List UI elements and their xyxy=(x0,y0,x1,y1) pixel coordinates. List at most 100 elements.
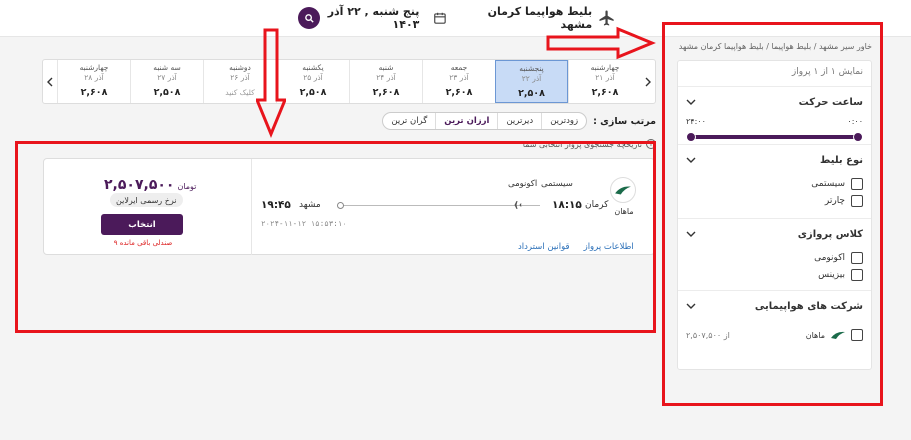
top-search-bar: بلیط هواپیما کرمان مشهد پنج شنبه , ۲۲ آذ… xyxy=(0,0,911,37)
card-links: قوانین استرداد اطلاعات پرواز xyxy=(518,242,634,252)
filter-airlines: شرکت های هواپیمایی ماهان از ۲,۵۰۷,۵۰۰ xyxy=(678,291,871,349)
mahan-logo-icon xyxy=(615,186,631,195)
destination-city: مشهد xyxy=(299,200,321,210)
select-button[interactable]: انتخاب xyxy=(101,214,183,235)
origin-city: کرمان xyxy=(585,200,609,210)
sort-option-cheapest[interactable]: ارزان ترین xyxy=(435,113,497,129)
results-count: نمایش ۱ از ۱ پرواز xyxy=(678,61,871,87)
chevron-right-icon xyxy=(645,77,651,86)
time-range-slider[interactable] xyxy=(686,131,863,143)
date-cell-price: ۲,۶۰۸ xyxy=(80,87,108,98)
date-cell[interactable]: یکشنبه ۲۵ آذر ۲,۵۰۸ xyxy=(276,60,349,103)
checkbox-option[interactable]: سیستمی xyxy=(686,175,863,192)
sort-option-latest[interactable]: دیرترین xyxy=(497,113,541,129)
price-value: ۲,۵۰۷,۵۰۰ xyxy=(104,177,175,193)
breadcrumb[interactable]: خاور سیر مشهد / بلیط هواپیما / بلیط هواپ… xyxy=(676,42,872,51)
date-cell[interactable]: چهارشنبه ۲۱ آذر ۲,۶۰۸ xyxy=(568,60,641,103)
sort-bar: مرتب سازی : زودترین دیرترین ارزان ترین گ… xyxy=(372,112,656,130)
range-max-label: ۲۴:۰۰ xyxy=(686,117,706,126)
date-cell[interactable]: چهارشنبه ۲۸ آذر ۲,۶۰۸ xyxy=(57,60,130,103)
airline-min-price: از ۲,۵۰۷,۵۰۰ xyxy=(686,330,730,340)
date-cell-date: ۲۶ آذر xyxy=(230,73,250,82)
chevron-down-icon[interactable] xyxy=(686,97,696,107)
date-cell-date: ۲۴ آذر xyxy=(376,73,396,82)
checkbox-option[interactable]: بیزینس xyxy=(686,266,863,283)
date-cell[interactable]: پنجشنبه ۲۲ آذر ۲,۵۰۸ xyxy=(495,60,568,103)
date-cell-day: سه شنبه xyxy=(153,63,181,72)
date-cell-price: ۲,۵۰۸ xyxy=(299,87,327,98)
option-label: اکونومی xyxy=(814,252,845,263)
search-history-link[interactable]: i تاریخچه جستجوی پرواز انتخابی شما xyxy=(420,138,656,150)
class-tag: اکونومی xyxy=(508,179,538,189)
date-cell-date: ۲۵ آذر xyxy=(303,73,323,82)
slider-handle-min[interactable] xyxy=(853,132,863,142)
checkbox[interactable] xyxy=(851,177,863,190)
date-cell-day: جمعه xyxy=(450,63,468,72)
date-cell-day: چهارشنبه xyxy=(79,63,109,72)
option-label: بیزینس xyxy=(818,269,845,280)
date-cell-price: ۲,۶۰۸ xyxy=(591,87,619,98)
days-container: چهارشنبه ۲۱ آذر ۲,۶۰۸ پنجشنبه ۲۲ آذر ۲,۵۰۸ جمع… xyxy=(57,60,641,103)
arrival-time: ۱۹:۴۵ xyxy=(261,199,291,211)
filter-header[interactable]: ساعت حرکت xyxy=(686,87,863,117)
history-text: تاریخچه جستجوی پرواز انتخابی شما xyxy=(522,139,642,149)
option-label: چارتر xyxy=(824,195,845,206)
filter-title: نوع بلیط xyxy=(820,154,863,166)
filter-title: کلاس پروازی xyxy=(797,228,863,240)
slider-handle-max[interactable] xyxy=(686,132,696,142)
route-end-dot xyxy=(337,202,344,209)
date-cell-date: ۲۳ آذر xyxy=(449,73,469,82)
sort-option-expensive[interactable]: گران ترین xyxy=(383,113,435,129)
filter-header[interactable]: شرکت های هواپیمایی xyxy=(686,291,863,321)
date-cell[interactable]: شنبه ۲۴ آذر ۲,۶۰۸ xyxy=(349,60,422,103)
filter-title: شرکت های هواپیمایی xyxy=(754,300,863,312)
seats-left: ۹ صندلی باقی مانده xyxy=(113,239,173,247)
price-currency: تومان xyxy=(177,182,197,191)
filter-header[interactable]: کلاس پروازی xyxy=(686,219,863,249)
date-cell-date: ۲۷ آذر xyxy=(157,73,177,82)
departure-time: ۱۸:۱۵ xyxy=(552,199,582,211)
checkbox[interactable] xyxy=(851,194,863,207)
date-cell[interactable]: دوشنبه ۲۶ آذر کلیک کنید xyxy=(203,60,276,103)
filter-title: ساعت حرکت xyxy=(798,96,863,108)
date-cell[interactable]: سه شنبه ۲۷ آذر ۲,۵۰۸ xyxy=(130,60,203,103)
checkbox[interactable] xyxy=(851,251,863,264)
chevron-down-icon[interactable] xyxy=(686,229,696,239)
date-cell-price: ۲,۶۰۸ xyxy=(372,87,400,98)
search-button[interactable] xyxy=(298,7,320,29)
refund-rules-link[interactable]: قوانین استرداد xyxy=(518,242,570,252)
date-cell-day: چهارشنبه xyxy=(590,63,620,72)
chevron-down-icon[interactable] xyxy=(686,155,696,165)
filter-sidebar: نمایش ۱ از ۱ پرواز ساعت حرکت ۰:۰۰ ۲۴:۰۰ … xyxy=(677,60,872,370)
sort-label: مرتب سازی : xyxy=(593,115,656,127)
mahan-logo-icon xyxy=(831,331,845,339)
date-cell-price: کلیک کنید xyxy=(225,88,255,97)
strip-next-arrow[interactable] xyxy=(641,60,655,103)
sort-options: زودترین دیرترین ارزان ترین گران ترین xyxy=(382,112,588,130)
sort-option-earliest[interactable]: زودترین xyxy=(541,113,586,129)
checkbox[interactable] xyxy=(851,268,863,281)
checkbox-option[interactable]: چارتر xyxy=(686,192,863,209)
checkbox[interactable] xyxy=(851,329,863,341)
date-cell-day: دوشنبه xyxy=(229,63,251,72)
chevron-down-icon[interactable] xyxy=(686,301,696,311)
system-tag: سیستمی xyxy=(541,179,573,189)
date-cell-price: ۲,۶۰۸ xyxy=(445,87,473,98)
date-cell[interactable]: جمعه ۲۳ آذر ۲,۶۰۸ xyxy=(422,60,495,103)
info-icon: i xyxy=(646,139,656,149)
flight-card: ماهان سیستمی اکونومی کرمان ۱۸:۱۵ مشهد ۱۹… xyxy=(43,158,655,255)
checkbox-option[interactable]: اکونومی xyxy=(686,249,863,266)
route-text: بلیط هواپیما کرمان مشهد xyxy=(487,4,593,31)
date-cell-date: ۲۸ آذر xyxy=(84,73,104,82)
date-cell-price: ۲,۵۰۸ xyxy=(518,88,545,99)
date-cell-date: ۲۲ آذر xyxy=(521,74,542,83)
search-summary[interactable]: بلیط هواپیما کرمان مشهد پنج شنبه , ۲۲ آذ… xyxy=(298,4,616,31)
date-cell-price: ۲,۵۰۸ xyxy=(153,87,181,98)
date-cell-day: پنجشنبه xyxy=(519,64,544,73)
calendar-icon xyxy=(434,12,447,24)
flight-info-link[interactable]: اطلاعات پرواز xyxy=(584,242,634,252)
airline-option[interactable]: ماهان از ۲,۵۰۷,۵۰۰ xyxy=(686,321,863,349)
filter-header[interactable]: نوع بلیط xyxy=(686,145,863,175)
chevron-left-icon xyxy=(47,77,53,86)
strip-prev-arrow[interactable] xyxy=(43,60,57,103)
